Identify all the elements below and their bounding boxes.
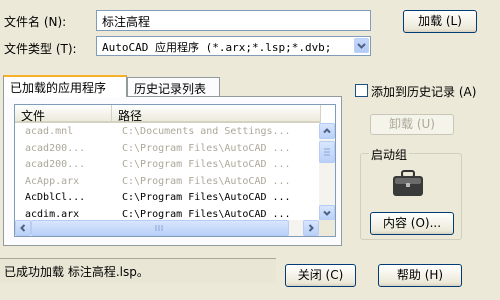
tab-history-list[interactable]: 历史记录列表 (127, 77, 220, 97)
app-list[interactable]: 文件 路径 acad.mnl C:\Documents and Settings.… (14, 104, 336, 237)
horizontal-scrollbar[interactable] (15, 220, 319, 236)
startup-group-title: 启动组 (369, 146, 410, 163)
list-item-path: C:\Program Files\AutoCAD ... (122, 142, 291, 154)
contents-button[interactable]: 内容 (O)... (370, 212, 454, 235)
grip-icon (324, 148, 330, 156)
chevron-down-icon (357, 43, 366, 49)
list-item-path: C:\Program Files\AutoCAD ... (122, 208, 291, 220)
add-history-label: 添加到历史记录 (A) (371, 85, 477, 99)
filetype-select[interactable]: AutoCAD 应用程序 (*.arx;*.lsp;*.dvb; (96, 36, 371, 56)
load-button[interactable]: 加载 (L) (403, 10, 477, 33)
help-button[interactable]: 帮助 (H) (378, 264, 462, 287)
close-button[interactable]: 关闭 (C) (285, 264, 356, 287)
list-item[interactable]: AcDblCl... C:\Program Files\AutoCAD ... (15, 190, 320, 206)
filetype-value: AutoCAD 应用程序 (*.arx;*.lsp;*.dvb; (102, 41, 332, 54)
list-item-file: AcApp.arx (25, 175, 80, 187)
filename-input[interactable]: 标注高程 (96, 10, 371, 31)
filename-label: 文件名 (N): (4, 15, 67, 29)
scroll-down-button[interactable] (319, 205, 335, 221)
scroll-thumb[interactable] (319, 141, 335, 163)
vertical-scrollbar[interactable] (319, 123, 335, 221)
list-item-path: C:\Program Files\AutoCAD ... (122, 192, 291, 203)
list-item-file: acdim.arx (25, 208, 80, 220)
startup-group: 启动组 内容 (O)... (360, 146, 462, 240)
list-item-file: acad200... (25, 142, 86, 154)
loaded-apps-panel: 文件 路径 acad.mnl C:\Documents and Settings.… (3, 96, 342, 246)
list-item-path: C:\Program Files\AutoCAD ... (122, 159, 291, 170)
chevron-up-icon (323, 128, 331, 134)
briefcase-icon (393, 170, 423, 196)
column-header-file[interactable]: 文件 (15, 105, 112, 123)
grip-icon (155, 225, 163, 231)
hscroll-thumb[interactable] (31, 220, 289, 236)
list-item-path: C:\Program Files\AutoCAD ... (122, 175, 291, 187)
list-item-file: acad200... (25, 159, 86, 170)
unload-button[interactable]: 卸载 (U) (370, 114, 454, 135)
list-item[interactable]: acad.mnl C:\Documents and Settings... (15, 124, 320, 140)
filetype-label: 文件类型 (T): (4, 42, 77, 56)
scroll-corner (319, 220, 335, 236)
list-item[interactable]: AcApp.arx C:\Program Files\AutoCAD ... (15, 174, 320, 190)
chevron-right-icon (308, 224, 314, 232)
list-item-file: AcDblCl... (25, 192, 86, 203)
chevron-left-icon (20, 224, 26, 232)
tab-loaded-apps[interactable]: 已加载的应用程序 (3, 75, 127, 97)
column-header-path[interactable]: 路径 (112, 105, 321, 123)
dropdown-button[interactable] (354, 38, 369, 53)
status-bar: 已成功加载 标注高程.lsp。 (0, 258, 276, 283)
list-item-path: C:\Documents and Settings... (122, 126, 291, 137)
scroll-up-button[interactable] (319, 123, 335, 139)
scroll-right-button[interactable] (303, 220, 319, 236)
chevron-down-icon (323, 210, 331, 216)
list-item[interactable]: acad200... C:\Program Files\AutoCAD ... (15, 157, 320, 173)
add-history-checkbox[interactable] (355, 84, 368, 97)
list-item[interactable]: acad200... C:\Program Files\AutoCAD ... (15, 141, 320, 157)
list-item-file: acad.mnl (25, 126, 74, 137)
scroll-left-button[interactable] (15, 220, 31, 236)
